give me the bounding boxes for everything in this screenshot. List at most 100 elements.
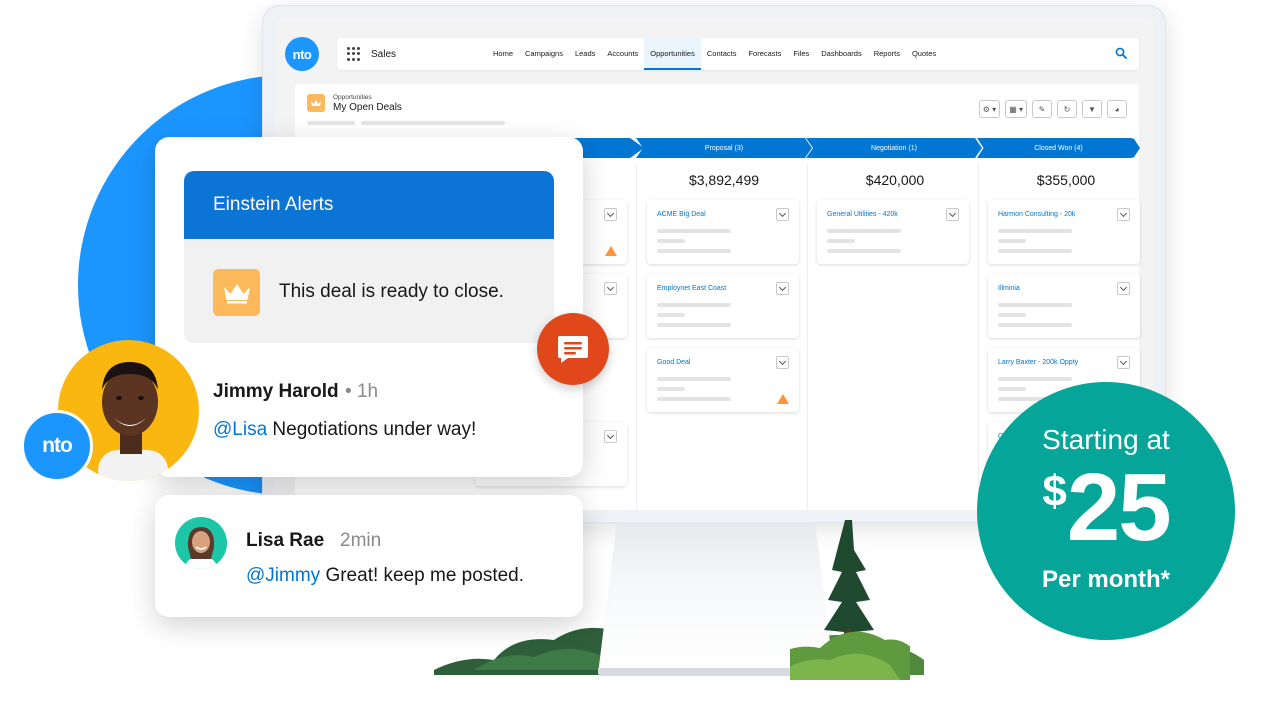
- message-time: 2min: [340, 530, 382, 551]
- message-time: • 1h: [345, 381, 379, 402]
- opportunity-card[interactable]: Good Deal: [647, 348, 799, 412]
- column-divider: [807, 164, 808, 510]
- card-menu-button[interactable]: [776, 208, 789, 221]
- opportunity-card[interactable]: ACME Big Deal: [647, 200, 799, 264]
- opportunity-card[interactable]: General Utilities - 420k: [817, 200, 969, 264]
- card-title[interactable]: Employnet East Coast: [657, 285, 726, 292]
- opportunity-card[interactable]: Illminia: [988, 274, 1140, 338]
- placeholder-bar: [998, 239, 1026, 243]
- column-total-negotiation: $420,000: [865, 172, 925, 188]
- nav-forecasts[interactable]: Forecasts: [742, 38, 787, 70]
- lisa-avatar: [175, 517, 227, 569]
- stage-closed-won[interactable]: Closed Won (4): [977, 138, 1140, 158]
- nav-campaigns[interactable]: Campaigns: [519, 38, 569, 70]
- price-value: 25: [1066, 454, 1172, 561]
- card-menu-button[interactable]: [604, 282, 617, 295]
- settings-gear-icon[interactable]: ⚙ ▾: [978, 100, 1001, 118]
- stage-negotiation[interactable]: Negotiation (1): [806, 138, 982, 158]
- nav-quotes[interactable]: Quotes: [906, 38, 942, 70]
- stage-proposal[interactable]: Proposal (3): [636, 138, 812, 158]
- einstein-alert-panel: Einstein Alerts This deal is ready to cl…: [184, 171, 554, 343]
- chat-bubble-icon[interactable]: [537, 313, 609, 385]
- opportunity-card[interactable]: Harmon Consulting - 20k: [988, 200, 1140, 264]
- card-menu-button[interactable]: [1117, 208, 1130, 221]
- nav-reports[interactable]: Reports: [868, 38, 906, 70]
- app-launcher-icon[interactable]: [347, 47, 361, 61]
- opportunity-crown-icon: [307, 94, 325, 112]
- display-as-table-icon[interactable]: ▦ ▾: [1005, 100, 1027, 118]
- price-amount: $25: [977, 460, 1235, 556]
- message-author: Lisa Rae: [246, 530, 325, 551]
- list-view-title[interactable]: My Open Deals: [333, 102, 402, 113]
- mention-link[interactable]: @Jimmy: [246, 565, 320, 586]
- message-body: @Lisa Negotiations under way!: [213, 419, 476, 441]
- placeholder-bar: [998, 249, 1072, 253]
- card-title[interactable]: Larry Baxter - 200k Oppty: [998, 359, 1078, 366]
- nav-files[interactable]: Files: [787, 38, 815, 70]
- placeholder-bar: [307, 121, 355, 125]
- price-badge: Starting at $25 Per month*: [977, 382, 1235, 640]
- nto-logo[interactable]: nto: [285, 37, 319, 71]
- app-name: Sales: [371, 48, 397, 60]
- warning-icon: [605, 246, 617, 256]
- placeholder-bar: [657, 249, 731, 253]
- refresh-icon[interactable]: ↻: [1057, 100, 1077, 118]
- search-icon[interactable]: [1115, 47, 1127, 59]
- filter-icon[interactable]: ▼: [1082, 100, 1102, 118]
- message-time-value: 1h: [356, 381, 379, 402]
- placeholder-bar: [657, 239, 685, 243]
- placeholder-bar: [998, 229, 1072, 233]
- card-title[interactable]: Good Deal: [657, 359, 690, 366]
- column-divider: [636, 164, 637, 510]
- tree-illustration: [790, 520, 910, 680]
- page-header: Opportunities My Open Deals ⚙ ▾ ▦ ▾ ✎ ↻ …: [295, 84, 1139, 134]
- placeholder-bar: [998, 377, 1072, 381]
- edit-pencil-icon[interactable]: ✎: [1032, 100, 1052, 118]
- card-menu-button[interactable]: [776, 282, 789, 295]
- placeholder-bar: [998, 323, 1072, 327]
- placeholder-bar: [657, 313, 685, 317]
- nav-contacts[interactable]: Contacts: [701, 38, 743, 70]
- placeholder-bar: [827, 249, 901, 253]
- card-menu-button[interactable]: [1117, 282, 1130, 295]
- placeholder-bar: [998, 303, 1072, 307]
- placeholder-bar: [827, 229, 901, 233]
- card-menu-button[interactable]: [604, 208, 617, 221]
- reply-card: Lisa Rae 2min @Jimmy Great! keep me post…: [155, 495, 583, 617]
- nav-bar: Home Campaigns Leads Accounts Opportunit…: [487, 38, 942, 70]
- warning-icon: [777, 394, 789, 404]
- mention-link[interactable]: @Lisa: [213, 419, 267, 440]
- price-starting-label: Starting at: [1042, 424, 1170, 455]
- chart-icon[interactable]: ◕: [1107, 100, 1127, 118]
- card-menu-button[interactable]: [776, 356, 789, 369]
- placeholder-bar: [657, 387, 685, 391]
- card-menu-button[interactable]: [1117, 356, 1130, 369]
- nav-leads[interactable]: Leads: [569, 38, 601, 70]
- opportunity-card[interactable]: Employnet East Coast: [647, 274, 799, 338]
- card-menu-button[interactable]: [946, 208, 959, 221]
- card-title[interactable]: Harmon Consulting - 20k: [998, 211, 1075, 218]
- nav-opportunities[interactable]: Opportunities: [644, 38, 701, 70]
- card-title[interactable]: General Utilities - 420k: [827, 211, 898, 218]
- einstein-alert-header: Einstein Alerts: [184, 171, 554, 239]
- nav-dashboards[interactable]: Dashboards: [815, 38, 867, 70]
- card-menu-button[interactable]: [604, 430, 617, 443]
- card-title[interactable]: ACME Big Deal: [657, 211, 706, 218]
- einstein-alert-card: Einstein Alerts This deal is ready to cl…: [155, 137, 583, 477]
- nto-badge: nto: [21, 410, 93, 482]
- placeholder-bar: [361, 121, 505, 125]
- alert-message: This deal is ready to close.: [279, 281, 504, 302]
- placeholder-bar: [657, 303, 731, 307]
- nav-home[interactable]: Home: [487, 38, 519, 70]
- placeholder-bar: [998, 387, 1026, 391]
- message-text: Great! keep me posted.: [320, 565, 525, 586]
- column-total-closed-won: $355,000: [1036, 172, 1096, 188]
- placeholder-bar: [657, 323, 731, 327]
- global-header: Sales Home Campaigns Leads Accounts Oppo…: [337, 38, 1139, 70]
- nav-accounts[interactable]: Accounts: [601, 38, 644, 70]
- crown-icon: [213, 269, 260, 316]
- column-total-proposal: $3,892,499: [688, 172, 760, 188]
- price-currency: $: [1042, 467, 1067, 516]
- card-title[interactable]: Illminia: [998, 285, 1020, 292]
- placeholder-bar: [998, 313, 1026, 317]
